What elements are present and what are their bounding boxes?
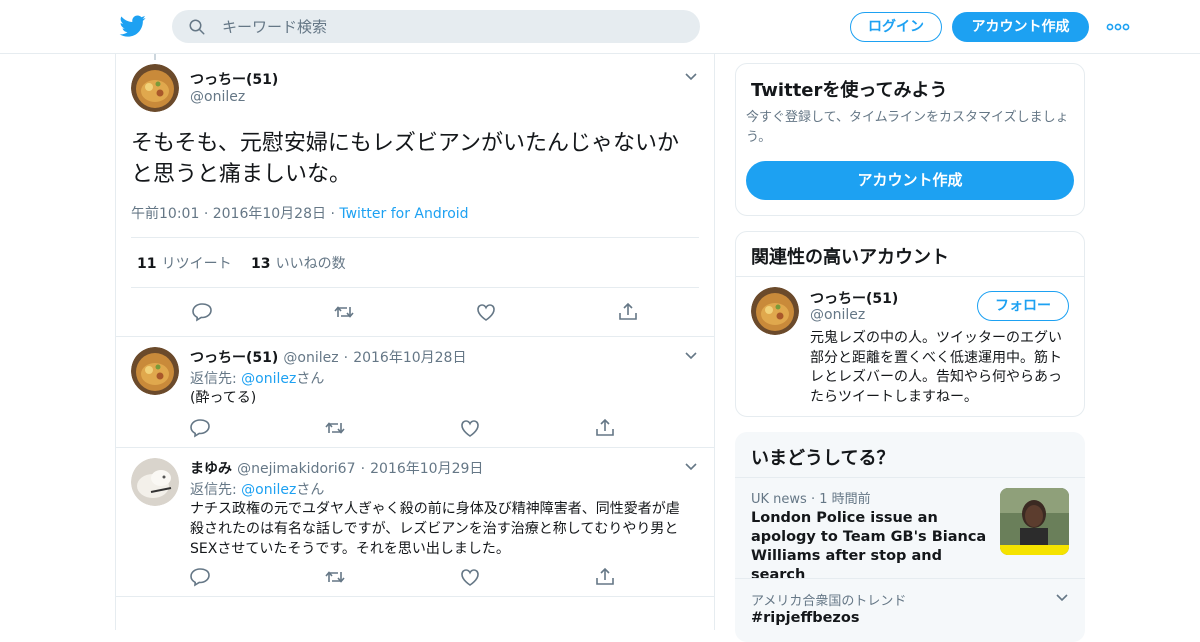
news-thumbnail [1000,488,1069,555]
food-avatar-icon [131,347,179,395]
signup-card-subtitle: 今すぐ登録して、タイムラインをカスタマイズしましょう。 [746,110,1069,145]
news-time: 1 時間前 [819,492,871,507]
related-account-name[interactable]: つっちー(51) [810,288,898,308]
food-avatar-icon [751,287,799,335]
signup-card-button[interactable]: アカウント作成 [746,161,1074,200]
share-icon[interactable] [594,418,616,438]
avatar[interactable] [751,287,799,335]
related-accounts-card: 関連性の高いアカウント つっちー(51) @onilez フォロー 元鬼レズの中… [735,231,1085,417]
reply-header: つっちー(51) @onilez · 2016年10月28日 [190,347,466,367]
heart-icon[interactable] [475,302,497,322]
reply-icon[interactable] [189,567,211,587]
signup-card: Twitterを使ってみよう 今すぐ登録して、タイムラインをカスタマイズしましょ… [735,63,1085,216]
share-icon[interactable] [594,567,616,587]
related-account-handle[interactable]: @onilez [810,307,865,323]
news-item[interactable]: UK news · 1 時間前 London Police issue an a… [735,478,1085,583]
search-box[interactable] [172,10,700,43]
signup-button[interactable]: アカウント作成 [952,12,1089,42]
meta-separator: · [330,206,335,222]
thread-connector [154,54,156,60]
news-headline: London Police issue an apology to Team G… [751,510,987,583]
whats-happening-panel: いまどうしてる？ UK news · 1 時間前 London Police i… [735,432,1085,642]
reply-text: (酔ってる) [190,390,257,406]
reply-icon[interactable] [189,418,211,438]
reply-header: まゆみ @nejimakidori67 · 2016年10月29日 [190,458,483,478]
more-options-icon[interactable] [1106,20,1130,34]
divider [116,596,714,597]
heart-icon[interactable] [459,418,481,438]
meta-separator: · [810,492,816,507]
related-account-bio: 元鬼レズの中の人。ツイッターのエグい部分と距離を置くべく低速運用中。筋トレとレズ… [810,330,1062,405]
reply-to-handle[interactable]: @onilez [241,482,296,498]
tweet-text: そもそも、元慰安婦にもレズビアンがいたんじゃないかと思うと痛ましいな。 [131,131,680,187]
retweet-icon[interactable] [324,567,346,587]
like-count: 13 [251,256,271,272]
related-accounts-title: 関連性の高いアカウント [751,247,949,268]
chevron-down-icon[interactable] [685,73,697,81]
reply-date[interactable]: 2016年10月28日 [353,350,466,366]
retweet-icon[interactable] [333,302,355,322]
meta-separator: · [343,350,349,366]
reply-author-handle[interactable]: @nejimakidori67 [237,461,355,477]
tweet-time[interactable]: 午前10:01 [131,206,199,222]
avatar[interactable] [131,347,179,395]
chevron-down-icon[interactable] [685,463,697,471]
tweet-meta: 午前10:01 · 2016年10月28日 · Twitter for Andr… [131,203,469,223]
reply-to-handle[interactable]: @onilez [241,371,296,387]
top-bar: ログイン アカウント作成 [0,0,1200,54]
news-meta: UK news · 1 時間前 [751,488,871,507]
reply-to-line: 返信先: @onilezさん [190,368,324,388]
news-photo-icon [1000,488,1069,555]
news-source: UK news [751,492,807,507]
divider [116,336,714,337]
reply-author-name[interactable]: まゆみ [190,461,232,477]
trend-hashtag[interactable]: #ripjeffbezos [751,610,859,626]
whats-happening-title: いまどうしてる？ [751,448,895,469]
follow-button[interactable]: フォロー [977,291,1069,321]
food-avatar-icon [131,64,179,112]
reply-author-handle[interactable]: @onilez [283,350,338,366]
reply-to-prefix: 返信先: [190,371,237,387]
reply-icon[interactable] [191,302,213,322]
reply-to-suffix: さん [296,482,325,498]
reply-to-line: 返信先: @onilezさん [190,479,324,499]
like-label: いいねの数 [275,256,346,272]
divider [736,276,1084,277]
reply-text: ナチス政権の元でユダヤ人ぎゃく殺の前に身体及び精神障害者、同性愛者が虐殺されたの… [190,501,680,557]
meta-separator: · [203,206,209,222]
tweet-source-link[interactable]: Twitter for Android [339,206,468,222]
reply-to-prefix: 返信先: [190,482,237,498]
signup-card-title: Twitterを使ってみよう [751,80,948,101]
trend-item[interactable]: アメリカ合衆国のトレンド #ripjeffbezos [735,579,1085,639]
divider [131,237,699,238]
like-stats[interactable]: 13 いいねの数 [251,253,346,273]
tweet-author-handle[interactable]: @onilez [190,89,245,105]
avatar[interactable] [131,458,179,506]
divider [131,287,699,288]
heart-icon[interactable] [459,567,481,587]
twitter-bird-logo-icon[interactable] [119,13,147,39]
retweet-count: 11 [137,256,157,272]
reply-author-name[interactable]: つっちー(51) [190,350,278,366]
trend-meta: アメリカ合衆国のトレンド [751,594,907,609]
search-icon [189,19,205,35]
avatar[interactable] [131,64,179,112]
divider [116,447,714,448]
retweet-stats[interactable]: 11 リツイート [137,253,232,273]
meta-separator: · [360,461,366,477]
reply-to-suffix: さん [296,371,325,387]
chevron-down-icon[interactable] [685,352,697,360]
reply-date[interactable]: 2016年10月29日 [370,461,483,477]
chevron-down-icon[interactable] [1056,594,1068,602]
search-input[interactable] [222,10,682,43]
retweet-label: リツイート [161,256,232,272]
tweet-date[interactable]: 2016年10月28日 [213,206,326,222]
tweet-author-name[interactable]: つっちー(51) [190,69,278,89]
cat-avatar-icon [131,458,179,506]
login-button[interactable]: ログイン [850,12,942,42]
share-icon[interactable] [617,302,639,322]
retweet-icon[interactable] [324,418,346,438]
